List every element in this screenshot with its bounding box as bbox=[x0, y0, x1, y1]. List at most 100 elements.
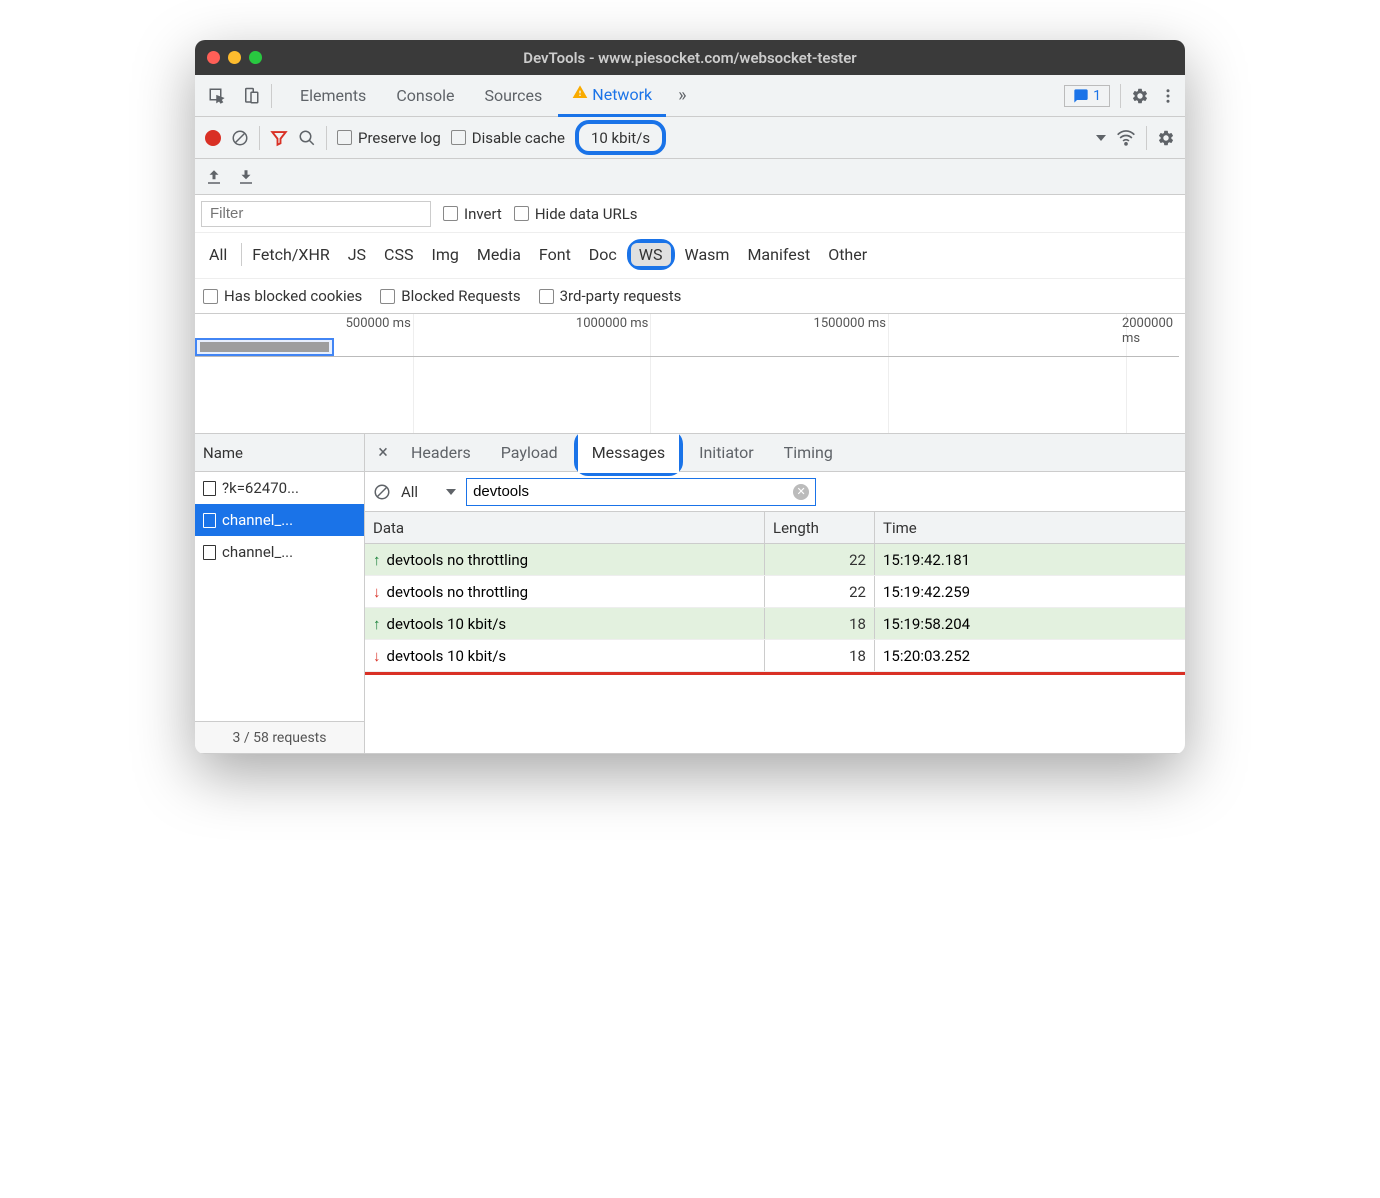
blocked-requests-label: Blocked Requests bbox=[401, 287, 520, 305]
inspect-element-icon[interactable] bbox=[203, 82, 231, 110]
blocked-cookies-checkbox[interactable]: Has blocked cookies bbox=[203, 287, 362, 305]
throttle-highlight: 10 kbit/s bbox=[575, 120, 666, 155]
messages-search-field[interactable] bbox=[473, 483, 793, 500]
message-row[interactable]: ↑devtools no throttling 22 15:19:42.181 bbox=[365, 544, 1185, 576]
checkbox-icon bbox=[514, 206, 529, 221]
column-length-header[interactable]: Length bbox=[765, 512, 875, 543]
preserve-log-label: Preserve log bbox=[358, 129, 441, 147]
network-settings-icon[interactable] bbox=[1157, 129, 1175, 147]
record-button[interactable] bbox=[205, 130, 221, 146]
type-filter-js[interactable]: JS bbox=[340, 243, 374, 266]
search-icon[interactable] bbox=[298, 129, 316, 147]
more-tabs-button[interactable]: » bbox=[668, 85, 696, 106]
type-filter-font[interactable]: Font bbox=[531, 243, 579, 266]
devtools-window: DevTools - www.piesocket.com/websocket-t… bbox=[195, 40, 1185, 754]
checkbox-icon bbox=[451, 130, 466, 145]
request-name: ?k=62470... bbox=[222, 479, 299, 497]
message-row[interactable]: ↓devtools no throttling 22 15:19:42.259 bbox=[365, 576, 1185, 608]
messages-direction-select[interactable]: All bbox=[401, 483, 456, 501]
detail-tabs: × Headers Payload Messages Initiator Tim… bbox=[365, 434, 1185, 472]
type-filter-css[interactable]: CSS bbox=[376, 243, 421, 266]
timeline-rule bbox=[195, 356, 1179, 357]
tab-console[interactable]: Console bbox=[382, 75, 468, 117]
invert-checkbox[interactable]: Invert bbox=[443, 205, 502, 223]
type-filter-img[interactable]: Img bbox=[423, 243, 466, 266]
warning-icon bbox=[572, 84, 588, 104]
network-conditions-icon[interactable] bbox=[1116, 128, 1136, 148]
preserve-log-checkbox[interactable]: Preserve log bbox=[337, 129, 441, 147]
divider bbox=[1146, 126, 1147, 150]
type-filter-ws[interactable]: WS bbox=[631, 243, 671, 266]
detail-tab-timing[interactable]: Timing bbox=[770, 434, 847, 472]
message-row[interactable]: ↓devtools 10 kbit/s 18 15:20:03.252 bbox=[365, 640, 1185, 672]
timeline-bar bbox=[200, 342, 329, 352]
traffic-lights bbox=[207, 51, 262, 64]
clear-button[interactable] bbox=[231, 129, 249, 147]
messages-table-body: ↑devtools no throttling 22 15:19:42.181 … bbox=[365, 544, 1185, 675]
disable-cache-checkbox[interactable]: Disable cache bbox=[451, 129, 565, 147]
close-detail-button[interactable]: × bbox=[371, 442, 395, 463]
timeline-tick: 2000000 ms bbox=[1122, 316, 1175, 346]
toolbar-right: 1 bbox=[1064, 84, 1177, 108]
message-row[interactable]: ↑devtools 10 kbit/s 18 15:19:58.204 bbox=[365, 608, 1185, 640]
tab-sources[interactable]: Sources bbox=[470, 75, 556, 117]
maximize-window-button[interactable] bbox=[249, 51, 262, 64]
column-time-header[interactable]: Time bbox=[875, 512, 1185, 543]
file-icon bbox=[203, 481, 216, 496]
detail-tab-payload[interactable]: Payload bbox=[487, 434, 572, 472]
throttle-dropdown-icon[interactable] bbox=[1096, 135, 1106, 141]
filter-input[interactable] bbox=[201, 201, 431, 227]
type-filter-wasm[interactable]: Wasm bbox=[677, 243, 738, 266]
type-filter-doc[interactable]: Doc bbox=[581, 243, 625, 266]
messages-search-input[interactable]: ✕ bbox=[466, 478, 816, 506]
divider bbox=[259, 126, 260, 150]
message-length: 18 bbox=[765, 608, 875, 639]
checkbox-icon bbox=[539, 289, 554, 304]
settings-icon[interactable] bbox=[1131, 87, 1149, 105]
type-filter-other[interactable]: Other bbox=[820, 243, 875, 266]
request-name: channel_... bbox=[222, 543, 293, 561]
message-length: 18 bbox=[765, 640, 875, 671]
request-row[interactable]: channel_... bbox=[195, 504, 364, 536]
upload-har-icon[interactable] bbox=[205, 168, 223, 186]
type-filter-all[interactable]: All bbox=[201, 243, 235, 266]
main-split: Name ?k=62470... channel_... channel_...… bbox=[195, 434, 1185, 754]
detail-tab-initiator[interactable]: Initiator bbox=[685, 434, 768, 472]
name-column-header[interactable]: Name bbox=[195, 434, 364, 472]
message-time: 15:20:03.252 bbox=[875, 640, 1185, 671]
file-icon bbox=[203, 545, 216, 560]
filter-row: Invert Hide data URLs bbox=[195, 195, 1185, 233]
third-party-checkbox[interactable]: 3rd-party requests bbox=[539, 287, 682, 305]
detail-tab-headers[interactable]: Headers bbox=[397, 434, 485, 472]
throttle-select[interactable]: 10 kbit/s bbox=[581, 127, 660, 149]
close-window-button[interactable] bbox=[207, 51, 220, 64]
clear-search-icon[interactable]: ✕ bbox=[793, 484, 809, 500]
minimize-window-button[interactable] bbox=[228, 51, 241, 64]
hide-data-urls-checkbox[interactable]: Hide data URLs bbox=[514, 205, 638, 223]
kebab-menu-icon[interactable] bbox=[1159, 87, 1177, 105]
network-toolbar: Preserve log Disable cache 10 kbit/s bbox=[195, 117, 1185, 159]
main-toolbar: Elements Console Sources Network » 1 bbox=[195, 75, 1185, 117]
message-data: devtools no throttling bbox=[387, 583, 529, 601]
timeline-overview[interactable]: 500000 ms 1000000 ms 1500000 ms 2000000 … bbox=[195, 314, 1185, 434]
message-length: 22 bbox=[765, 544, 875, 575]
blocked-requests-checkbox[interactable]: Blocked Requests bbox=[380, 287, 520, 305]
request-rows: ?k=62470... channel_... channel_... bbox=[195, 472, 364, 721]
type-filter-manifest[interactable]: Manifest bbox=[739, 243, 818, 266]
download-har-icon[interactable] bbox=[237, 168, 255, 186]
filter-icon[interactable] bbox=[270, 129, 288, 147]
request-row[interactable]: channel_... bbox=[195, 536, 364, 568]
import-export-row bbox=[195, 159, 1185, 195]
requests-footer: 3 / 58 requests bbox=[195, 721, 364, 753]
issues-badge[interactable]: 1 bbox=[1064, 85, 1110, 107]
request-row[interactable]: ?k=62470... bbox=[195, 472, 364, 504]
type-filter-media[interactable]: Media bbox=[469, 243, 529, 266]
type-filter-fetchxhr[interactable]: Fetch/XHR bbox=[241, 243, 338, 266]
chevron-down-icon bbox=[446, 489, 456, 495]
clear-messages-button[interactable] bbox=[373, 483, 391, 501]
tab-network[interactable]: Network bbox=[558, 75, 666, 117]
device-toolbar-icon[interactable] bbox=[237, 82, 265, 110]
detail-tab-messages[interactable]: Messages bbox=[578, 434, 679, 472]
tab-elements[interactable]: Elements bbox=[286, 75, 380, 117]
column-data-header[interactable]: Data bbox=[365, 512, 765, 543]
